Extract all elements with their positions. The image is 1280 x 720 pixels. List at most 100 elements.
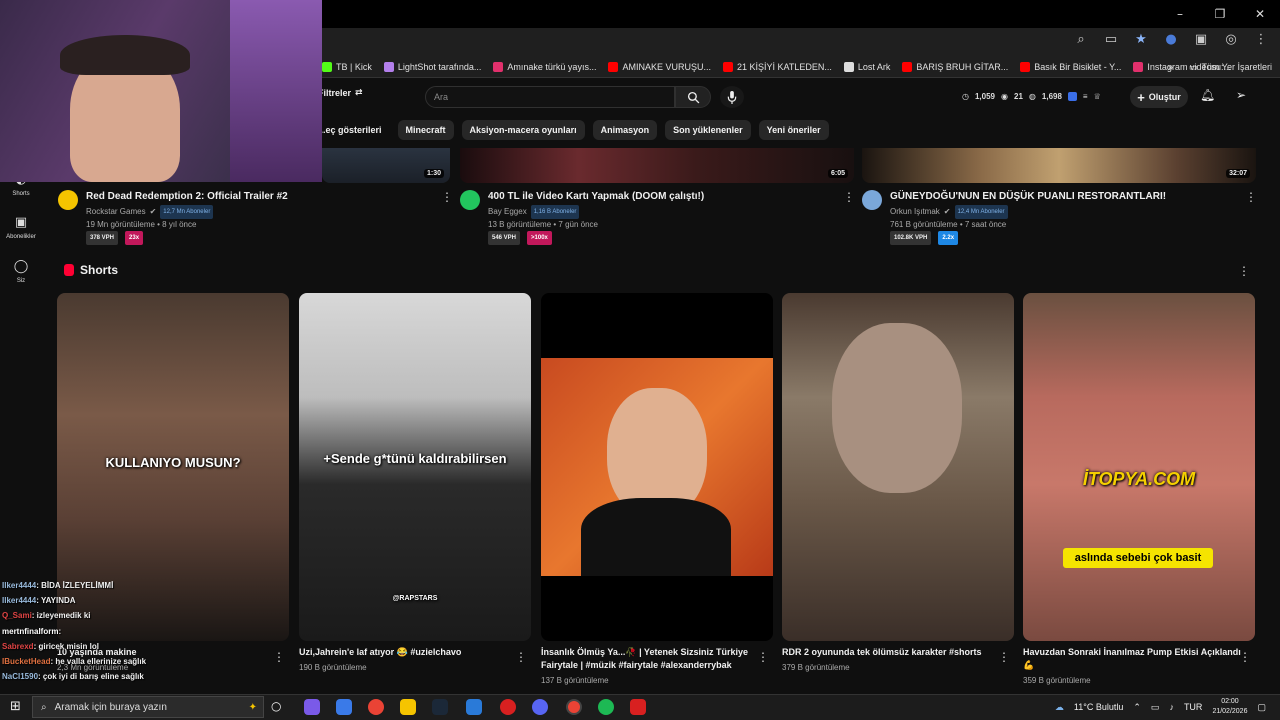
more-options-icon[interactable]: ⋮ — [441, 190, 453, 245]
short-title[interactable]: Havuzdan Sonraki İnanılmaz Pump Etkisi A… — [1023, 646, 1243, 672]
short-title-block[interactable]: İnsanlık Ölmüş Ya...🥀 | Yetenek Sizsiniz… — [541, 646, 761, 687]
short-title-block[interactable]: Uzi,Jahrein'e laf atıyor 😂 #uzielchavo 1… — [299, 646, 519, 674]
more-options-icon[interactable]: ⋮ — [843, 190, 855, 245]
video-title[interactable]: 400 TL ile Video Kartı Yapmak (DOOM çalı… — [488, 190, 835, 203]
channel-name[interactable]: Orkun Işıtmak — [890, 206, 940, 218]
cloud-icon: ☁ — [1054, 701, 1064, 712]
bookmark-star-icon[interactable]: ★ — [1132, 32, 1150, 47]
folder-icon: ▭ — [1188, 61, 1198, 72]
toolbar-icons: ⌕ ▭ ★ ● ▣ ◎ ⋮ — [1072, 32, 1270, 47]
channel-avatar[interactable] — [58, 190, 78, 210]
menu-icon[interactable]: ⋮ — [1252, 32, 1270, 47]
short-more-options-icon[interactable]: ⋮ — [998, 650, 1010, 664]
bookmark-favicon-icon — [1133, 61, 1144, 72]
more-options-icon[interactable]: ⋮ — [1245, 190, 1257, 245]
chrome-icon[interactable] — [368, 699, 384, 715]
channel-avatar[interactable] — [460, 190, 480, 210]
video-card[interactable]: Red Dead Redemption 2: Official Trailer … — [58, 190, 453, 245]
bookmark-item[interactable]: TB | Kick — [322, 61, 372, 72]
filters-button[interactable]: Filtreler ⇄ — [318, 88, 363, 98]
short-thumbnail[interactable]: İTOPYA.COM aslında sebebi çok basit — [1023, 293, 1255, 641]
chip-minecraft[interactable]: Minecraft — [397, 120, 454, 140]
close-button[interactable]: ✕ — [1240, 0, 1280, 28]
channel-name[interactable]: Rockstar Games — [86, 206, 146, 218]
video-title[interactable]: Red Dead Redemption 2: Official Trailer … — [86, 190, 433, 203]
discord-icon[interactable] — [532, 699, 548, 715]
volume-icon[interactable]: ♪ — [1169, 702, 1174, 712]
short-more-options-icon[interactable]: ⋮ — [273, 650, 285, 664]
chip-live[interactable]: ...eç gösterileri — [318, 120, 390, 140]
language-label[interactable]: TUR — [1184, 702, 1203, 712]
short-more-options-icon[interactable]: ⋮ — [515, 650, 527, 664]
short-title-block[interactable]: Havuzdan Sonraki İnanılmaz Pump Etkisi A… — [1023, 646, 1243, 687]
voice-search-button[interactable] — [720, 86, 744, 108]
chip-new-recommendations[interactable]: Yeni öneriler — [758, 120, 829, 140]
chip-action-adventure[interactable]: Aksiyon-macera oyunları — [461, 120, 585, 140]
video-thumbnail[interactable]: 32:07 — [862, 148, 1256, 183]
chip-animation[interactable]: Animasyon — [592, 120, 658, 140]
app-icon[interactable] — [304, 699, 320, 715]
channel-avatar[interactable] — [862, 190, 882, 210]
channel-name[interactable]: Bay Eggex — [488, 206, 527, 218]
video-card[interactable]: 400 TL ile Video Kartı Yapmak (DOOM çalı… — [460, 190, 855, 245]
task-view-icon[interactable]: ○ — [271, 699, 281, 713]
app-icon[interactable] — [630, 699, 646, 715]
short-title[interactable]: İnsanlık Ölmüş Ya...🥀 | Yetenek Sizsiniz… — [541, 646, 761, 672]
video-card[interactable]: GÜNEYDOĞU'NUN EN DÜŞÜK PUANLI RESTORANTL… — [862, 190, 1257, 245]
taskbar-search-input[interactable]: ⌕ Aramak için buraya yazın ✦ — [32, 696, 264, 718]
app-icon[interactable] — [500, 699, 516, 715]
weather-label[interactable]: 11°C Bulutlu — [1074, 702, 1123, 712]
short-title[interactable]: Uzi,Jahrein'e laf atıyor 😂 #uzielchavo — [299, 646, 519, 659]
shorts-more-options-icon[interactable]: ⋮ — [1238, 264, 1250, 278]
minimize-button[interactable]: – — [1160, 0, 1200, 28]
short-thumbnail[interactable]: +Sende g*tünü kaldırabilirsen @RAPSTARS — [299, 293, 531, 641]
short-title[interactable]: RDR 2 oyununda tek ölümsüz karakter #sho… — [782, 646, 1002, 659]
search-button[interactable] — [675, 86, 711, 108]
steam-icon[interactable] — [432, 699, 448, 715]
maximize-button[interactable]: ❐ — [1200, 0, 1240, 28]
bookmark-item[interactable]: LightShot tarafında... — [383, 61, 481, 72]
clock[interactable]: 02:00 21/02/2026 — [1212, 697, 1247, 717]
tray-arrow-icon[interactable]: ⌃ — [1133, 702, 1141, 713]
file-explorer-icon[interactable] — [400, 699, 416, 715]
short-more-options-icon[interactable]: ⋮ — [757, 650, 769, 664]
chrome-active-icon[interactable] — [566, 699, 582, 715]
network-icon[interactable]: ▭ — [1151, 702, 1160, 713]
short-thumbnail[interactable] — [782, 293, 1014, 641]
video-thumbnail[interactable]: 6:05 — [460, 148, 854, 183]
chip-recently-uploaded[interactable]: Son yüklenenler — [665, 120, 751, 140]
video-title[interactable]: GÜNEYDOĞU'NUN EN DÜŞÜK PUANLI RESTORANTL… — [890, 190, 1237, 203]
bookmark-item[interactable]: Amınake türkü yayıs... — [493, 61, 596, 72]
extension-badge-icon[interactable] — [1067, 92, 1077, 101]
cast-icon[interactable]: ▭ — [1102, 32, 1120, 47]
windows-start-icon[interactable]: ⊞ — [10, 699, 21, 714]
bookmark-item[interactable]: 21 KİŞİYİ KATLEDEN... — [722, 61, 832, 72]
short-more-options-icon[interactable]: ⋮ — [1239, 650, 1251, 664]
bookmark-item[interactable]: Basık Bir Bisiklet - Y... — [1020, 61, 1121, 72]
list-icon[interactable]: ≡ — [1083, 92, 1088, 101]
subscriptions-icon: ▣ — [14, 215, 28, 230]
bookmark-item[interactable]: Lost Ark — [843, 61, 890, 72]
app-icon[interactable] — [336, 699, 352, 715]
spotify-icon[interactable] — [598, 699, 614, 715]
bookmark-item[interactable]: BARIŞ BRUH GİTAR... — [902, 61, 1008, 72]
sidebar-item-subscriptions[interactable]: ▣ Abonelikler — [0, 215, 42, 240]
search-input[interactable]: Ara — [425, 86, 675, 108]
extension-icon[interactable]: ● — [1162, 32, 1180, 47]
short-thumbnail[interactable] — [541, 293, 773, 641]
extensions-puzzle-icon[interactable]: ▣ — [1192, 32, 1210, 47]
sidebar-item-you[interactable]: ◯ Siz — [0, 259, 42, 284]
bookmark-item[interactable]: AMINAKE VURUŞU... — [608, 61, 711, 72]
zoom-icon[interactable]: ⌕ — [1072, 32, 1090, 47]
bookmarks-more-button[interactable]: » — [1168, 62, 1173, 72]
send-icon[interactable]: ➢ — [1236, 88, 1246, 102]
notifications-icon[interactable]: ▢ — [1257, 702, 1266, 713]
profile-icon[interactable]: ◎ — [1222, 32, 1240, 47]
notifications-bell-icon[interactable]: 🔔︎ — [1200, 88, 1215, 102]
app-icon[interactable] — [466, 699, 482, 715]
trophy-icon[interactable]: ♕ — [1094, 92, 1101, 101]
create-button[interactable]: + Oluştur — [1130, 86, 1188, 108]
short-title-block[interactable]: RDR 2 oyununda tek ölümsüz karakter #sho… — [782, 646, 1002, 674]
video-thumbnail[interactable]: 1:30 — [322, 148, 450, 183]
all-bookmarks-button[interactable]: ▭ Tüm Yer İşaretleri — [1189, 62, 1272, 73]
